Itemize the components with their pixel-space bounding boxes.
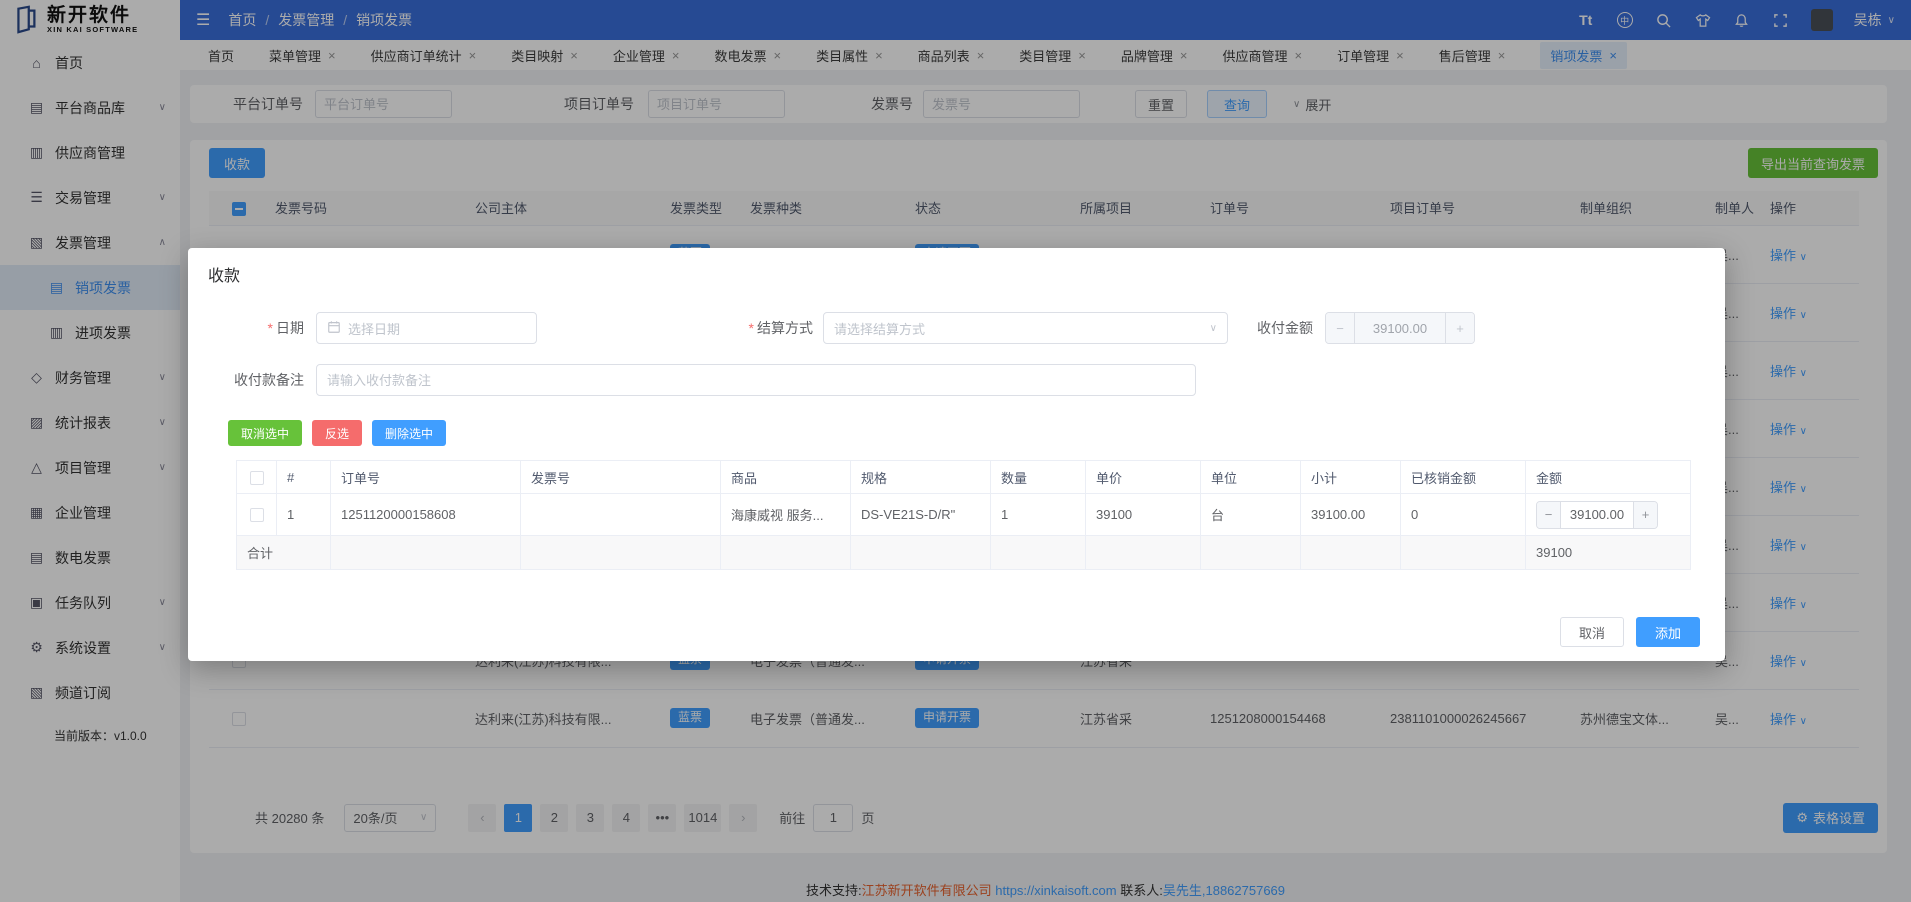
- date-label: 日期: [228, 318, 304, 338]
- modal-title: 收款: [188, 248, 1725, 286]
- total-amount: 39100: [1526, 536, 1691, 570]
- cancel-button[interactable]: 取消: [1560, 617, 1624, 647]
- unselect-button[interactable]: 取消选中: [228, 420, 302, 446]
- settlement-method-label: 结算方式: [735, 318, 813, 338]
- remark-label: 收付款备注: [228, 370, 304, 390]
- modal-table-total-row: 合计 39100: [237, 536, 1691, 570]
- plus-icon[interactable]: +: [1633, 502, 1657, 528]
- amount-label: 收付金额: [1253, 318, 1313, 338]
- settlement-method-select[interactable]: 请选择结算方式 ∨: [823, 312, 1228, 344]
- amount-value: 39100.00: [1355, 313, 1445, 343]
- plus-icon[interactable]: +: [1445, 313, 1474, 343]
- modal-select-all-checkbox[interactable]: [250, 471, 264, 485]
- minus-icon[interactable]: −: [1537, 502, 1561, 528]
- invert-selection-button[interactable]: 反选: [312, 420, 362, 446]
- minus-icon[interactable]: −: [1326, 313, 1355, 343]
- row-amount-value: 39100.00: [1561, 502, 1633, 528]
- delete-selected-button[interactable]: 删除选中: [372, 420, 446, 446]
- calendar-icon: [327, 320, 341, 337]
- remark-input[interactable]: [316, 364, 1196, 396]
- row-amount-stepper: − 39100.00 +: [1536, 501, 1658, 529]
- modal-table-header-row: # 订单号 发票号 商品 规格 数量 单价 单位 小计 已核销金额 金额: [237, 461, 1691, 494]
- payment-items-table: # 订单号 发票号 商品 规格 数量 单价 单位 小计 已核销金额 金额 1 1…: [236, 460, 1691, 570]
- modal-row-checkbox[interactable]: [250, 508, 264, 522]
- amount-stepper: − 39100.00 +: [1325, 312, 1475, 344]
- date-picker[interactable]: 选择日期: [316, 312, 537, 344]
- chevron-down-icon: ∨: [1210, 323, 1217, 334]
- add-button[interactable]: 添加: [1636, 617, 1700, 647]
- modal-table-row: 1 1251120000158608 海康威视 服务... DS-VE21S-D…: [237, 494, 1691, 536]
- total-label: 合计: [237, 536, 331, 570]
- receive-payment-modal: 收款 日期 选择日期 结算方式 请选择结算方式 ∨ 收付金额 − 39100.0…: [188, 248, 1725, 661]
